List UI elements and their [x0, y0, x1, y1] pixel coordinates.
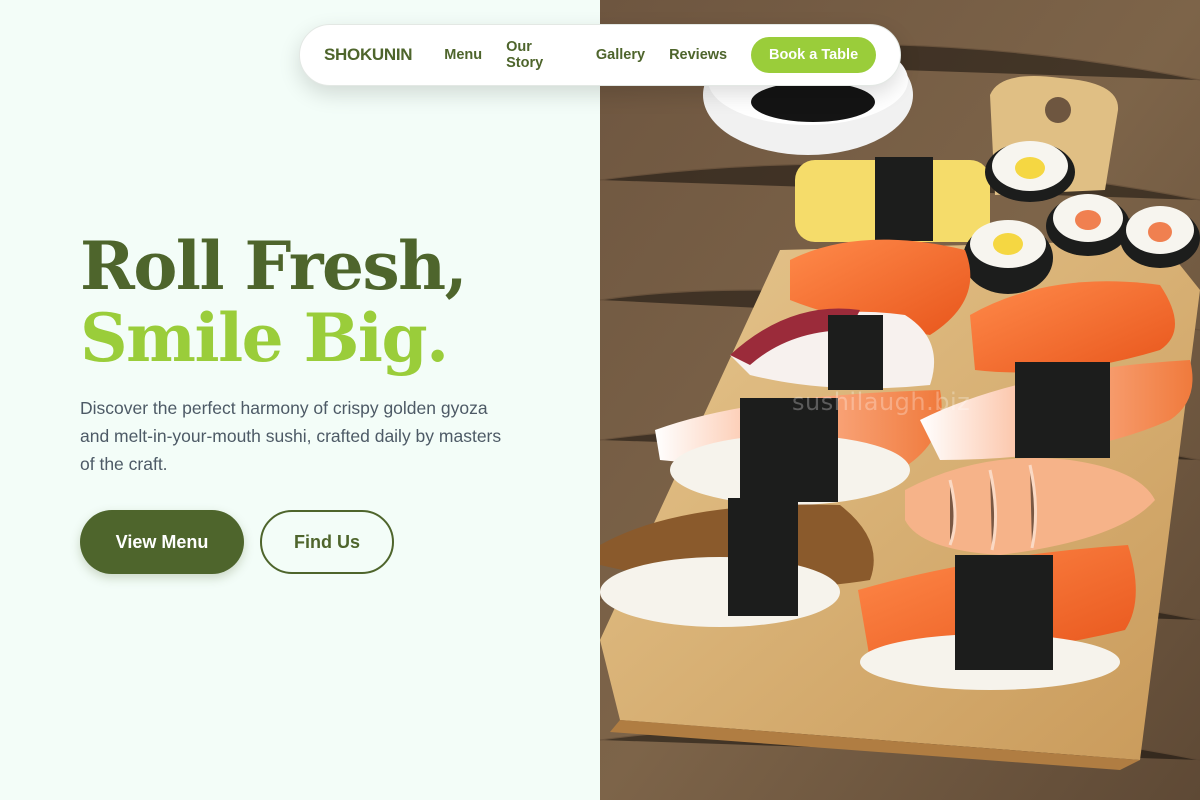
top-navbar: SHOKUNIN Menu Our Story Gallery Reviews … — [299, 24, 901, 86]
book-table-button[interactable]: Book a Table — [751, 37, 876, 73]
nav-link-reviews[interactable]: Reviews — [669, 47, 727, 63]
hero-headline-line2: Smile Big. — [80, 299, 449, 377]
view-menu-button[interactable]: View Menu — [80, 510, 244, 574]
nav-link-menu[interactable]: Menu — [444, 47, 482, 63]
image-watermark: sushilaugh.biz — [792, 388, 971, 416]
find-us-button[interactable]: Find Us — [260, 510, 394, 574]
hero-subtitle: Discover the perfect harmony of crispy g… — [80, 398, 502, 474]
hero-headline-line1: Roll Fresh, — [80, 227, 468, 305]
nav-link-gallery[interactable]: Gallery — [596, 47, 645, 63]
brand-logo[interactable]: SHOKUNIN — [324, 45, 413, 65]
nav-link-our-story[interactable]: Our Story — [506, 39, 572, 71]
